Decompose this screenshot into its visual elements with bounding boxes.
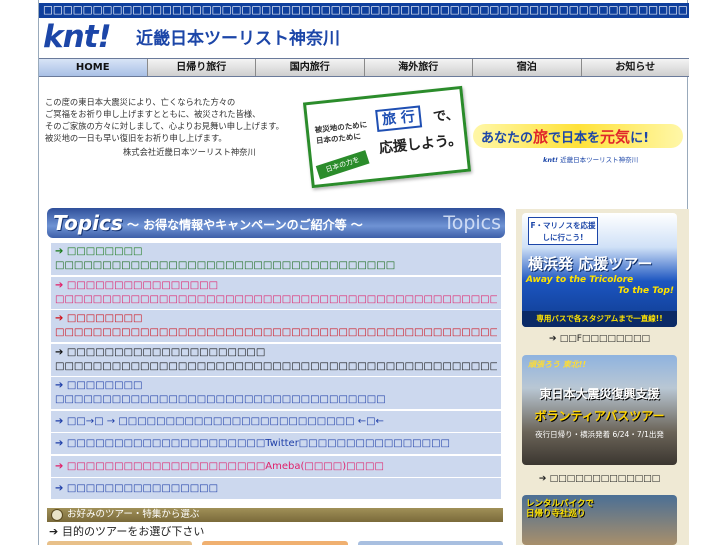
topics-watermark: Topics xyxy=(443,212,501,234)
travel-support-banner[interactable]: 被災地のために 日本のために 旅 行 で、 応援しよう。 日本の力を xyxy=(302,85,472,189)
marinos-en1: Away to the Tricolore xyxy=(526,275,634,285)
bike-caption-line: レンタルバイクで xyxy=(526,499,594,509)
nav-domestic[interactable]: 国内旅行 xyxy=(256,59,365,76)
sub-logo: knt! xyxy=(543,156,559,164)
marinos-caption: F・マリノスを応援しに行こう! xyxy=(528,217,598,245)
marinos-link[interactable]: □□F□□□□□□□□ xyxy=(522,332,677,346)
topic-item[interactable]: □□□□□□□□□□□□□□□□□□□□□□□□□□□□□□□□□□□□□□□□… xyxy=(51,310,501,342)
nav-home[interactable]: HOME xyxy=(39,59,148,76)
topic-item[interactable]: □□□□□□□□□□□□□□□□□□□□□□□□□□□□□□□□□□□□□□□□… xyxy=(51,276,501,309)
category-tab[interactable] xyxy=(357,541,503,545)
topics-subtitle: ～ お得な情報やキャンペーンのご紹介等 ～ xyxy=(127,218,363,232)
genki-slogan: あなたの旅で日本を元気に! xyxy=(481,126,649,147)
topic-title[interactable]: □□□□□□□□ xyxy=(55,379,497,393)
topic-description: □□□□□□□□□□□□□□□□□□□□□□□□□□□□□□□□□□□□ xyxy=(55,260,396,271)
volunteer-subtitle: ボランティアバスツアー xyxy=(534,409,665,423)
topics-logo: Topics xyxy=(53,211,123,235)
condolence-notice: この度の東日本大震災により、亡くなられた方々の ご冥福をお祈り申し上げますととも… xyxy=(45,96,285,158)
topic-title[interactable]: □□□□□□□□□□□□□□□□□□□□□Ameba(□□□□)□□□□ xyxy=(55,458,497,475)
topic-title[interactable]: □□□□□□□□□□□□□□□□□□□□□ xyxy=(55,346,497,360)
card-lines: 被災地のために 日本のために xyxy=(314,119,369,146)
slogan-genki: 元気 xyxy=(600,128,631,146)
bike-caption: レンタルバイクで 日帰り寺社巡り xyxy=(526,499,594,519)
marinos-bottom: 専用バスで各スタジアムまで一直線!! xyxy=(522,311,677,327)
genki-banner[interactable]: あなたの旅で日本を元気に! knt! 近畿日本ツーリスト神奈川 xyxy=(473,118,689,168)
top-banner: □□□□□□□□□□□□□□□□□□□□□□□□□□□□□□□□□□□□□□□□… xyxy=(39,3,689,18)
card-de: で、 xyxy=(432,107,460,126)
topic-description: □□□□□□□□□□□□□□□□□□□□□□□□□□□□□□□□□□□□□□□□… xyxy=(55,360,497,372)
topic-item[interactable]: □□→□ → □□□□□□□□□□□□□□□□□□□□□□□□□ ←□← xyxy=(51,410,501,432)
volunteer-note: 夜行日帰り・横浜発着 6/24・7/1出発 xyxy=(535,430,664,439)
volunteer-tour-banner[interactable]: 頑張ろう 東北!! 東日本大震災復興支援 ボランティアバスツアー 夜行日帰り・横… xyxy=(522,355,677,465)
bike-caption-line: 日帰り寺社巡り xyxy=(526,509,586,519)
slogan-part: あなたの xyxy=(481,131,534,146)
topic-description: □□□□□□□□□□□□□□□□□□□□□□□□□□□□□□□□□□□□□□□□… xyxy=(55,327,497,338)
topic-description: □□□□□□□□□□□□□□□□□□□□□□□□□□□□□□□□□□□ xyxy=(55,394,386,405)
notice-line: そのご家族の方々に対しまして、心よりお見舞い申し上げます。 xyxy=(45,121,284,131)
category-tab[interactable] xyxy=(47,541,193,545)
topic-item[interactable]: □□□□□□□□□□□□□□□□ xyxy=(51,478,501,499)
marinos-title: 横浜発 応援ツアー xyxy=(528,255,653,273)
topic-title[interactable]: □□□□□□□□ xyxy=(55,245,497,259)
topics-header: Topics ～ お得な情報やキャンペーンのご紹介等 ～ Topics xyxy=(47,208,505,238)
topic-title[interactable]: □□□□□□□□□□□□□□□□ xyxy=(55,279,497,293)
card-travel: 旅 行 xyxy=(375,105,423,132)
choose-tour-bar: お好みのツアー・特集から選ぶ xyxy=(47,508,503,522)
marinos-tour-banner[interactable]: F・マリノスを応援しに行こう! 横浜発 応援ツアー Away to the Tr… xyxy=(522,213,677,327)
volunteer-title: 東日本大震災復興支援 xyxy=(539,387,660,401)
marinos-en2: To the Top! xyxy=(618,286,674,296)
topic-title[interactable]: □□→□ → □□□□□□□□□□□□□□□□□□□□□□□□□ ←□← xyxy=(55,413,497,430)
site-header: knt! 近畿日本ツーリスト神奈川 xyxy=(39,18,689,58)
notice-line: ご冥福をお祈り申し上げますとともに、被災された皆様、 xyxy=(45,109,261,119)
rental-bike-banner[interactable]: レンタルバイクで 日帰り寺社巡り xyxy=(522,495,677,545)
sidebar: F・マリノスを応援しに行こう! 横浜発 応援ツアー Away to the Tr… xyxy=(516,209,689,545)
knt-logo[interactable]: knt! xyxy=(43,20,112,54)
choose-bar-label: お好みのツアー・特集から選ぶ xyxy=(67,509,200,520)
volunteer-caption: 頑張ろう 東北!! xyxy=(528,360,587,369)
category-tabs xyxy=(47,541,503,545)
marinos-english: Away to the Tricolore To the Top! xyxy=(526,275,674,297)
nav-news[interactable]: お知らせ xyxy=(581,59,689,76)
notice-line: 被災地の一日も早い復旧をお祈り申し上げます。 xyxy=(45,133,227,143)
topic-title[interactable]: □□□□□□□□□□□□□□□□ xyxy=(55,480,497,497)
card-flag: 日本の力を xyxy=(315,150,370,180)
slogan-tabi: 旅 xyxy=(533,128,549,146)
notice-signature: 株式会社近畿日本ツーリスト神奈川 xyxy=(123,147,256,157)
topic-title[interactable]: □□□□□□□□□□□□□□□□□□□□□Twitter□□□□□□□□□□□□… xyxy=(55,435,497,452)
topic-item[interactable]: □□□□□□□□□□□□□□□□□□□□□□□□□□□□□□□□□□□□□□□□… xyxy=(51,377,501,409)
topic-item[interactable]: □□□□□□□□□□□□□□□□□□□□□□□□□□□□□□□□□□□□□□□□… xyxy=(51,243,501,275)
page: □□□□□□□□□□□□□□□□□□□□□□□□□□□□□□□□□□□□□□□□… xyxy=(38,0,689,545)
topics-list: □□□□□□□□□□□□□□□□□□□□□□□□□□□□□□□□□□□□□□□□… xyxy=(51,243,501,501)
choose-tour-line: 目的のツアーをお選び下さい xyxy=(47,524,503,540)
sub-text: 近畿日本ツーリスト神奈川 xyxy=(560,156,639,164)
nav-lodging[interactable]: 宿泊 xyxy=(473,59,582,76)
nav-day-trip[interactable]: 日帰り旅行 xyxy=(147,59,256,76)
category-tab[interactable] xyxy=(202,541,348,545)
topic-item[interactable]: □□□□□□□□□□□□□□□□□□□□□Twitter□□□□□□□□□□□□… xyxy=(51,433,501,454)
topic-description: □□□□□□□□□□□□□□□□□□□□□□□□□□□□□□□□□□□□□□□□… xyxy=(55,293,497,305)
main-nav: HOME 日帰り旅行 国内旅行 海外旅行 宿泊 お知らせ xyxy=(39,58,689,77)
genki-sub: knt! 近畿日本ツーリスト神奈川 xyxy=(543,154,638,164)
card-lets-support: 応援しよう。 xyxy=(378,132,463,157)
search-icon xyxy=(51,509,63,521)
topic-item[interactable]: □□□□□□□□□□□□□□□□□□□□□□□□□□□□□□□□□□□□□□□□… xyxy=(51,343,501,376)
nav-overseas[interactable]: 海外旅行 xyxy=(364,59,473,76)
topic-item[interactable]: □□□□□□□□□□□□□□□□□□□□□Ameba(□□□□)□□□□ xyxy=(51,455,501,477)
slogan-part: に! xyxy=(630,131,649,146)
slogan-part: で日本を xyxy=(548,131,601,146)
topic-title[interactable]: □□□□□□□□ xyxy=(55,312,497,326)
volunteer-link[interactable]: □□□□□□□□□□□□□ xyxy=(522,472,677,486)
notice-line: この度の東日本大震災により、亡くなられた方々の xyxy=(45,97,236,107)
brand-name: 近畿日本ツーリスト神奈川 xyxy=(136,29,340,49)
